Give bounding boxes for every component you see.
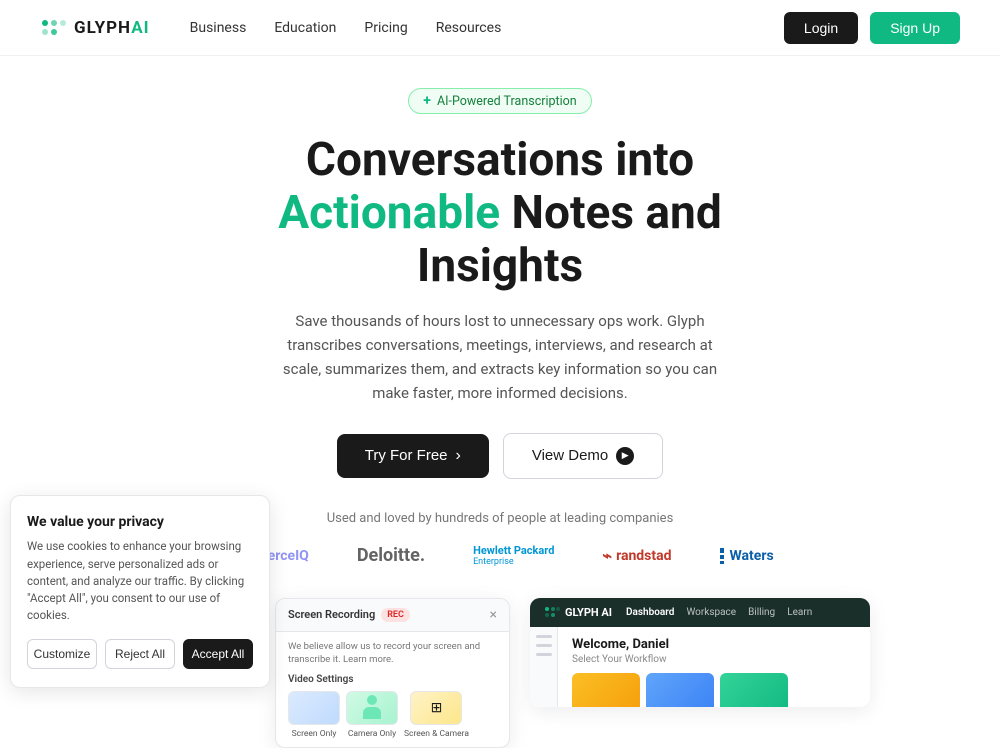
- screen-camera-label: Screen & Camera: [404, 729, 469, 739]
- company-randstad: ⌁ randstad: [602, 546, 671, 565]
- hero-buttons: Try For Free › View Demo ▶: [337, 433, 664, 479]
- dashboard-nav: Dashboard Workspace Billing Learn: [626, 607, 812, 618]
- thumbnail-3[interactable]: [720, 673, 788, 707]
- hero-subtitle: Save thousands of hours lost to unnecess…: [270, 309, 730, 405]
- dashboard-logo: GLYPH AI: [544, 606, 612, 619]
- screen-only-option[interactable]: Screen Only: [288, 691, 340, 739]
- screen-recording-preview: Screen Recording REC × We believe allow …: [275, 598, 510, 748]
- workflow-subtitle: Select Your Workflow: [572, 654, 856, 665]
- logo: GLYPHAI: [40, 18, 150, 38]
- signup-button[interactable]: Sign Up: [870, 12, 960, 44]
- dash-nav-dashboard[interactable]: Dashboard: [626, 607, 674, 618]
- workflow-thumbnails: [572, 673, 856, 707]
- customize-button[interactable]: Customize: [27, 639, 97, 669]
- dashboard-preview: GLYPH AI Dashboard Workspace Billing Lea…: [530, 598, 870, 707]
- dashboard-main: Welcome, Daniel Select Your Workflow: [558, 627, 870, 707]
- preview-body: We believe allow us to record your scree…: [276, 632, 509, 748]
- screen-recording-title: Screen Recording: [288, 608, 375, 621]
- cookie-title: We value your privacy: [27, 514, 253, 530]
- screen-camera-img: ⊞: [410, 691, 462, 725]
- logo-ai: AI: [131, 18, 149, 38]
- screen-only-label: Screen Only: [292, 729, 337, 739]
- navbar: GLYPHAI Business Education Pricing Resou…: [0, 0, 1000, 56]
- dash-nav-billing[interactable]: Billing: [748, 607, 775, 618]
- camera-only-option[interactable]: Camera Only: [346, 691, 398, 739]
- logo-text: GLYPHAI: [74, 18, 150, 38]
- nav-actions: Login Sign Up: [784, 12, 960, 44]
- screen-camera-option[interactable]: ⊞ Screen & Camera: [404, 691, 469, 739]
- sidebar-icon-1: [536, 635, 552, 638]
- rec-badge: REC: [381, 608, 410, 622]
- nav-business[interactable]: Business: [190, 20, 247, 36]
- cookie-text: We use cookies to enhance your browsing …: [27, 538, 253, 624]
- sidebar-icon-2: [536, 644, 552, 647]
- sidebar-icon-3: [536, 653, 552, 656]
- close-icon[interactable]: ×: [490, 607, 497, 623]
- badge-plus: +: [423, 93, 431, 109]
- thumbnail-1[interactable]: [572, 673, 640, 707]
- dash-nav-workspace[interactable]: Workspace: [686, 607, 736, 618]
- dash-nav-learn[interactable]: Learn: [787, 607, 812, 618]
- hp-top: Hewlett Packard: [473, 544, 554, 557]
- welcome-text: Welcome, Daniel: [572, 637, 856, 652]
- nav-education[interactable]: Education: [274, 20, 336, 36]
- company-waters: Waters: [720, 548, 774, 564]
- randstad-icon: ⌁: [602, 546, 612, 565]
- waters-label: Waters: [730, 548, 774, 564]
- hero-title: Conversations into Actionable Notes and …: [190, 134, 810, 293]
- dashboard-sidebar: [530, 627, 558, 707]
- badge-text: AI-Powered Transcription: [437, 94, 577, 109]
- arrow-icon: ›: [456, 447, 461, 465]
- hp-bottom: Enterprise: [473, 557, 514, 568]
- nav-links: Business Education Pricing Resources: [190, 20, 784, 36]
- login-button[interactable]: Login: [784, 12, 858, 44]
- screen-only-img: [288, 691, 340, 725]
- nav-resources[interactable]: Resources: [436, 20, 502, 36]
- company-deloitte: Deloitte.: [357, 545, 425, 566]
- cookie-buttons: Customize Reject All Accept All: [27, 639, 253, 669]
- badge: + AI-Powered Transcription: [408, 88, 591, 114]
- view-demo-button[interactable]: View Demo ▶: [503, 433, 663, 479]
- preview-header: Screen Recording REC ×: [276, 599, 509, 632]
- video-settings-label: Video Settings: [288, 674, 497, 685]
- cookie-banner: We value your privacy We use cookies to …: [10, 495, 270, 687]
- camera-only-img: [346, 691, 398, 725]
- preview-header-left: Screen Recording REC: [288, 608, 410, 622]
- waters-bar-icon: [720, 548, 724, 564]
- dashboard-topbar: GLYPH AI Dashboard Workspace Billing Lea…: [530, 598, 870, 627]
- dashboard-logo-icon: [544, 606, 560, 618]
- preview-description: We believe allow us to record your scree…: [288, 640, 497, 667]
- reject-button[interactable]: Reject All: [105, 639, 175, 669]
- thumbnail-2[interactable]: [646, 673, 714, 707]
- hero-section: + AI-Powered Transcription Conversations…: [0, 56, 1000, 511]
- deloitte-label: Deloitte.: [357, 545, 425, 566]
- randstad-label: randstad: [616, 548, 671, 564]
- accept-button[interactable]: Accept All: [183, 639, 253, 669]
- company-hp: Hewlett Packard Enterprise: [473, 544, 554, 568]
- person-icon: [362, 695, 382, 721]
- play-icon: ▶: [616, 447, 634, 465]
- try-for-free-button[interactable]: Try For Free ›: [337, 434, 489, 478]
- dashboard-logo-text: GLYPH AI: [565, 606, 612, 619]
- try-button-label: Try For Free: [365, 447, 448, 464]
- demo-button-label: View Demo: [532, 447, 608, 464]
- nav-pricing[interactable]: Pricing: [364, 20, 407, 36]
- camera-only-label: Camera Only: [348, 729, 396, 739]
- hero-title-highlight: Actionable: [278, 186, 500, 240]
- logo-icon: [40, 18, 68, 38]
- recording-options: Screen Only Camera Only ⊞ Screen: [288, 691, 497, 739]
- previews-area: We value your privacy We use cookies to …: [0, 588, 1000, 688]
- dashboard-body: Welcome, Daniel Select Your Workflow: [530, 627, 870, 707]
